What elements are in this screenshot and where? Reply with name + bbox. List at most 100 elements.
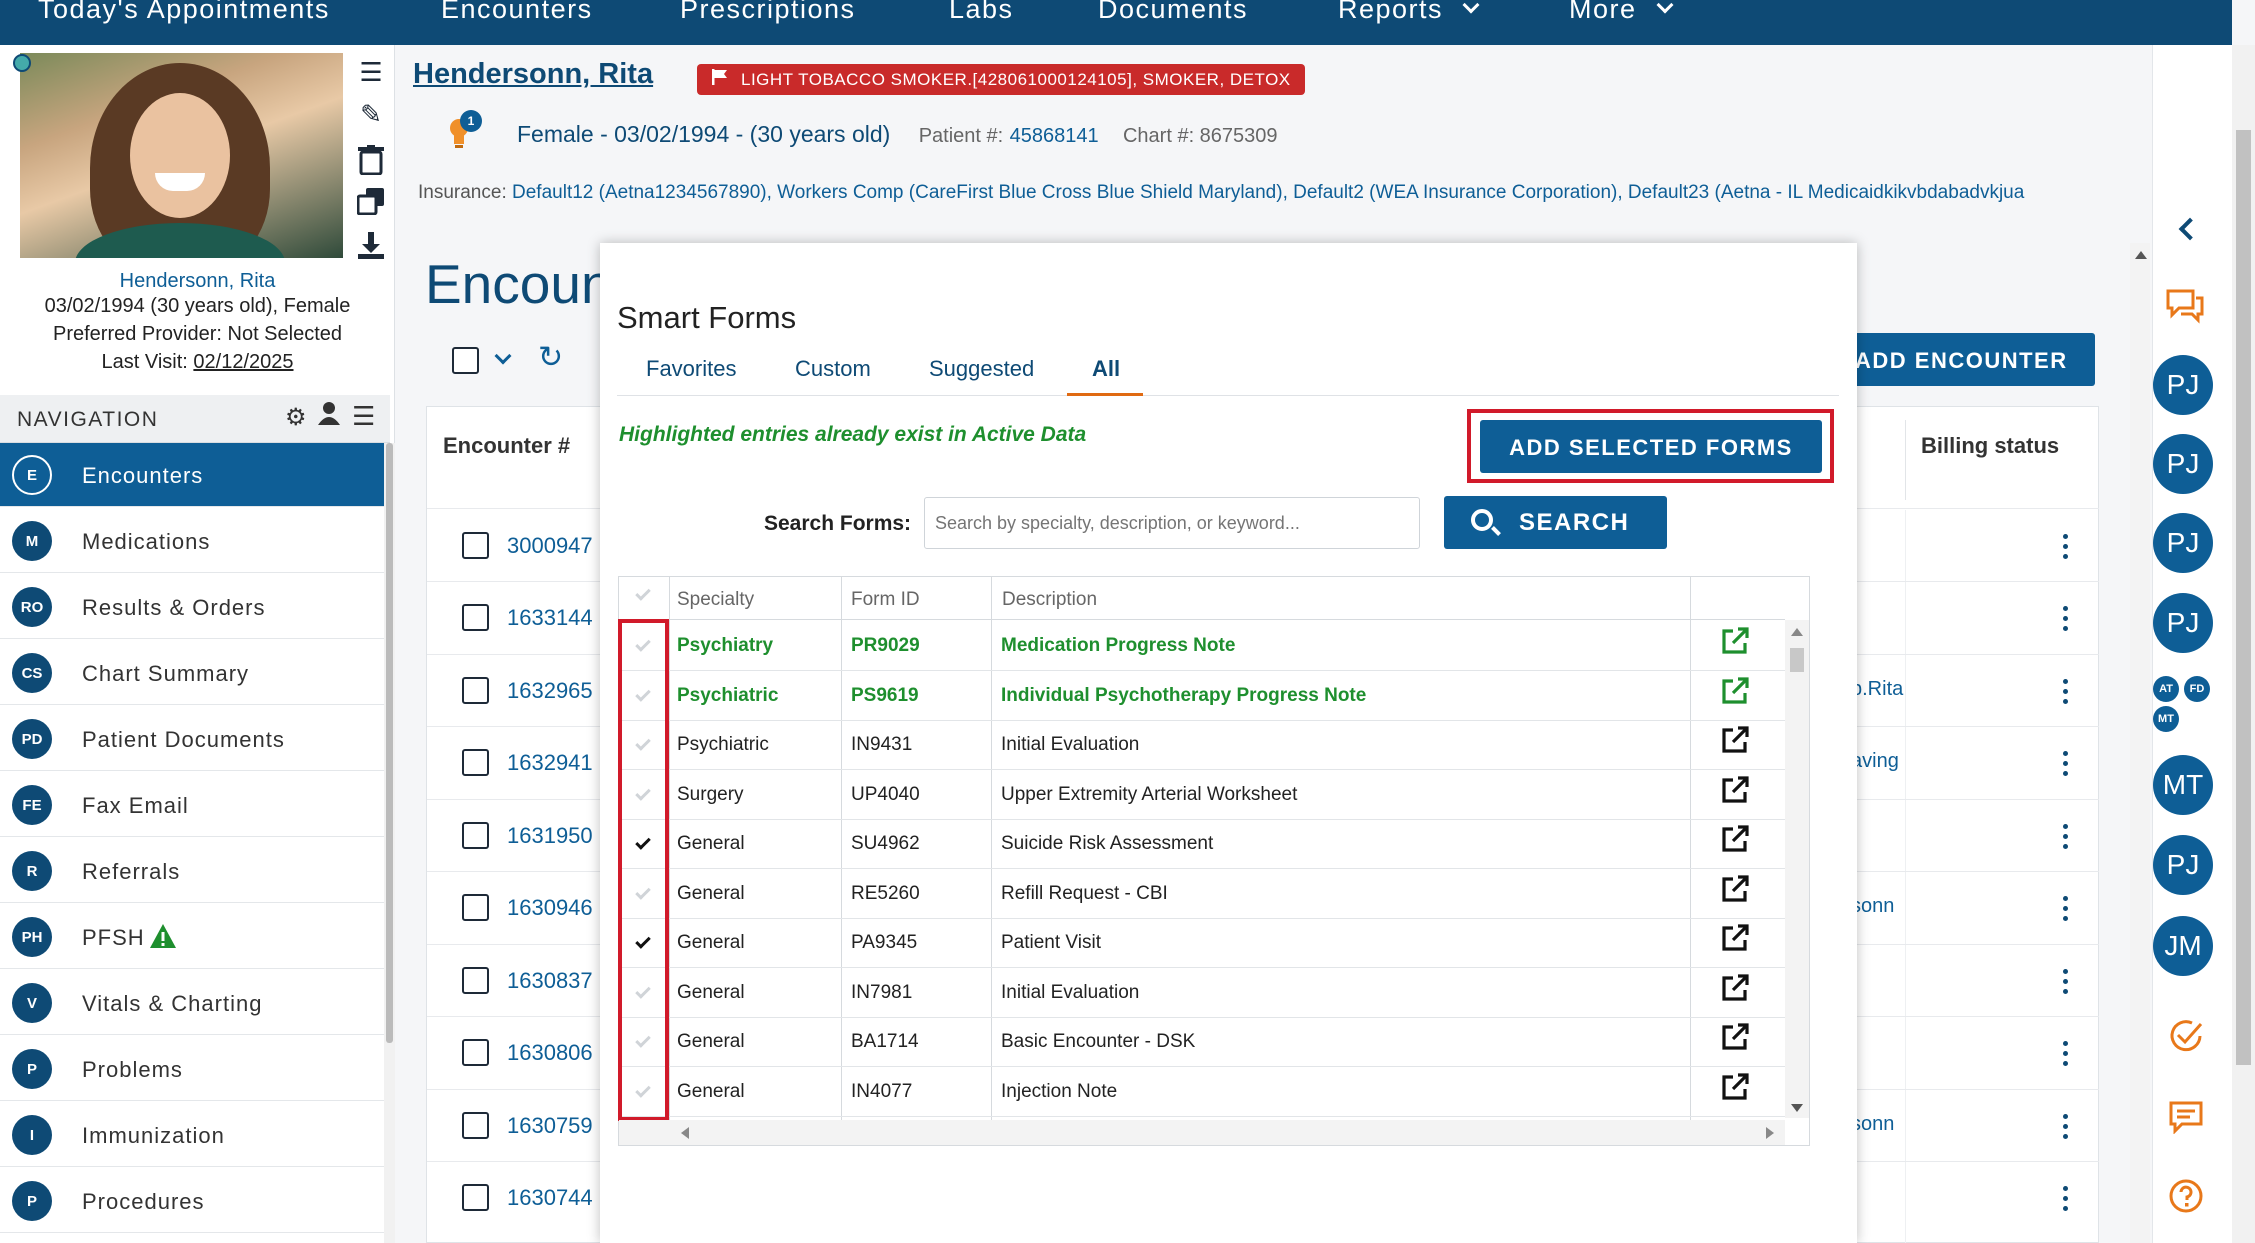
row-menu-icon[interactable] bbox=[2063, 824, 2069, 854]
column-form-id[interactable]: Form ID bbox=[851, 589, 920, 611]
open-form-icon[interactable] bbox=[1720, 725, 1750, 755]
patient-alert-badge[interactable]: LIGHT TOBACCO SMOKER.[428061000124105], … bbox=[697, 64, 1305, 95]
open-form-icon[interactable] bbox=[1720, 1022, 1750, 1052]
user-avatar[interactable]: PJ bbox=[2153, 513, 2213, 573]
page-scrollbar[interactable] bbox=[2232, 45, 2255, 1243]
nav-reports[interactable]: Reports bbox=[1338, 0, 1480, 25]
nav-item-results-orders[interactable]: RO Results & Orders bbox=[0, 575, 384, 639]
nav-prescriptions[interactable]: Prescriptions bbox=[680, 0, 856, 25]
form-row[interactable]: General RE5260 Refill Request - CBI bbox=[619, 869, 1785, 919]
nav-encounters[interactable]: Encounters bbox=[441, 0, 593, 25]
row-checkbox[interactable] bbox=[462, 1112, 489, 1139]
navigation-scrollbar[interactable] bbox=[384, 443, 395, 1243]
nav-item-chart-summary[interactable]: CS Chart Summary bbox=[0, 641, 384, 705]
nav-item-pfsh[interactable]: PH PFSH bbox=[0, 905, 384, 969]
row-menu-icon[interactable] bbox=[2063, 896, 2069, 926]
gear-icon[interactable]: ⚙ bbox=[285, 403, 307, 432]
open-form-icon[interactable] bbox=[1720, 973, 1750, 1003]
user-avatar-small[interactable]: FD bbox=[2184, 676, 2210, 702]
grid-horizontal-scrollbar[interactable] bbox=[619, 1120, 1785, 1145]
encounter-link[interactable]: 1632941 bbox=[507, 750, 593, 776]
user-avatar[interactable]: PJ bbox=[2153, 835, 2213, 895]
encounter-link[interactable]: 1632965 bbox=[507, 678, 593, 704]
row-checkbox[interactable] bbox=[462, 677, 489, 704]
nav-more[interactable]: More bbox=[1569, 0, 1674, 25]
refresh-icon[interactable]: ↻ bbox=[538, 340, 563, 375]
open-form-icon[interactable] bbox=[1720, 874, 1750, 904]
row-checkbox[interactable] bbox=[462, 1184, 489, 1211]
row-checkbox[interactable] bbox=[462, 967, 489, 994]
row-checkbox[interactable] bbox=[462, 894, 489, 921]
patient-number[interactable]: 45868141 bbox=[1010, 125, 1099, 147]
form-row[interactable]: General IN4077 Injection Note bbox=[619, 1067, 1785, 1117]
select-all-checkbox[interactable] bbox=[452, 347, 479, 374]
nav-item-referrals[interactable]: R Referrals bbox=[0, 839, 384, 903]
encounter-link[interactable]: 1630759 bbox=[507, 1113, 593, 1139]
column-specialty[interactable]: Specialty bbox=[677, 589, 754, 611]
column-description[interactable]: Description bbox=[1002, 589, 1097, 611]
nav-item-immunization[interactable]: I Immunization bbox=[0, 1103, 384, 1167]
open-form-icon[interactable] bbox=[1720, 824, 1750, 854]
select-all-checkmark-icon[interactable] bbox=[635, 585, 651, 601]
open-form-icon[interactable] bbox=[1720, 1072, 1750, 1102]
list-icon[interactable]: ☰ bbox=[352, 401, 375, 432]
copy-icon[interactable] bbox=[356, 187, 385, 216]
insurance-links[interactable]: Default12 (Aetna1234567890), Workers Com… bbox=[512, 182, 2024, 203]
row-checkbox[interactable] bbox=[462, 1039, 489, 1066]
user-icon[interactable] bbox=[318, 401, 340, 430]
form-row[interactable]: General PA9345 Patient Visit bbox=[619, 918, 1785, 968]
search-button[interactable]: SEARCH bbox=[1444, 496, 1667, 549]
nav-item-patient-documents[interactable]: PD Patient Documents bbox=[0, 707, 384, 771]
row-menu-icon[interactable] bbox=[2063, 679, 2069, 709]
row-checkbox[interactable] bbox=[462, 532, 489, 559]
encounter-link[interactable]: 1630806 bbox=[507, 1040, 593, 1066]
encounter-number-header[interactable]: Encounter # bbox=[443, 433, 570, 459]
row-menu-icon[interactable] bbox=[2063, 1114, 2069, 1144]
user-avatar[interactable]: JM bbox=[2153, 916, 2213, 976]
encounter-link[interactable]: 1630744 bbox=[507, 1185, 593, 1211]
row-checkbox[interactable] bbox=[462, 822, 489, 849]
nav-labs[interactable]: Labs bbox=[949, 0, 1014, 25]
nav-item-problems[interactable]: P Problems bbox=[0, 1037, 384, 1101]
add-encounter-button[interactable]: ADD ENCOUNTER bbox=[1847, 333, 2095, 386]
row-menu-icon[interactable] bbox=[2063, 534, 2069, 564]
nav-todays-appointments[interactable]: Today's Appointments bbox=[38, 0, 330, 25]
billing-status-header[interactable]: Billing status bbox=[1921, 433, 2059, 459]
row-menu-icon[interactable] bbox=[2063, 1041, 2069, 1071]
user-avatar[interactable]: PJ bbox=[2153, 355, 2213, 415]
user-avatar-small[interactable]: MT bbox=[2153, 706, 2179, 732]
form-row[interactable]: General BA1714 Basic Encounter - DSK bbox=[619, 1017, 1785, 1067]
encounter-link[interactable]: 1630946 bbox=[507, 895, 593, 921]
form-row[interactable]: General IN7981 Initial Evaluation bbox=[619, 968, 1785, 1018]
tab-all[interactable]: All bbox=[1092, 356, 1120, 382]
form-row[interactable]: Psychiatric IN9431 Initial Evaluation bbox=[619, 720, 1785, 770]
download-icon[interactable] bbox=[357, 232, 385, 260]
row-menu-icon[interactable] bbox=[2063, 1186, 2069, 1216]
form-row[interactable]: General SU4962 Suicide Risk Assessment bbox=[619, 819, 1785, 869]
message-icon[interactable] bbox=[2168, 1100, 2204, 1139]
last-visit-date[interactable]: 02/12/2025 bbox=[193, 351, 293, 373]
tab-suggested[interactable]: Suggested bbox=[929, 356, 1034, 382]
chevron-down-icon[interactable] bbox=[494, 347, 512, 365]
open-form-icon[interactable] bbox=[1720, 775, 1750, 805]
user-avatar[interactable]: PJ bbox=[2153, 434, 2213, 494]
row-checkbox[interactable] bbox=[462, 749, 489, 776]
user-avatar-small[interactable]: AT bbox=[2153, 676, 2179, 702]
nav-item-encounters[interactable]: E Encounters bbox=[0, 443, 384, 507]
row-menu-icon[interactable] bbox=[2063, 751, 2069, 781]
list-icon[interactable]: ☰ bbox=[357, 58, 385, 86]
nav-item-fax-email[interactable]: FE Fax Email bbox=[0, 773, 384, 837]
form-row[interactable]: Surgery UP4040 Upper Extremity Arterial … bbox=[619, 770, 1785, 820]
user-avatar[interactable]: PJ bbox=[2153, 593, 2213, 653]
encounter-link[interactable]: 1631950 bbox=[507, 823, 593, 849]
tab-favorites[interactable]: Favorites bbox=[646, 356, 736, 382]
open-form-icon[interactable] bbox=[1720, 923, 1750, 953]
open-form-icon[interactable] bbox=[1720, 626, 1750, 656]
search-forms-input[interactable] bbox=[924, 497, 1420, 549]
task-check-icon[interactable] bbox=[2168, 1018, 2204, 1059]
chat-bubbles-icon[interactable] bbox=[2165, 288, 2205, 329]
patient-name-link[interactable]: Hendersonn, Rita bbox=[0, 270, 395, 293]
nav-item-vitals-charting[interactable]: V Vitals & Charting bbox=[0, 971, 384, 1035]
content-scrollbar[interactable] bbox=[2130, 243, 2150, 1243]
open-form-icon[interactable] bbox=[1720, 676, 1750, 706]
